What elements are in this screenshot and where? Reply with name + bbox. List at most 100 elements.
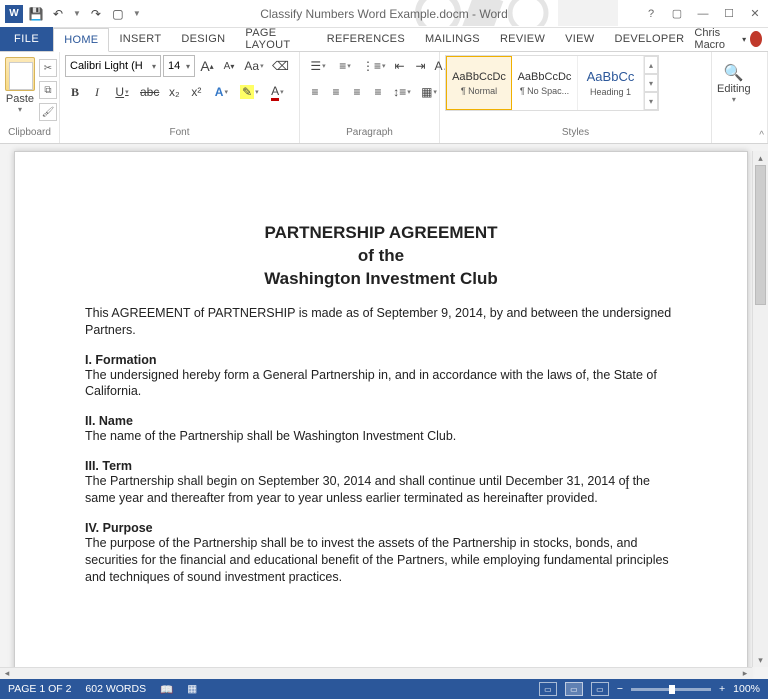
format-painter-button[interactable]: 🖌 <box>39 103 57 121</box>
macro-button[interactable]: ▦ <box>187 683 197 695</box>
close-button[interactable]: ✕ <box>742 2 768 26</box>
chevron-down-icon: ▾ <box>186 62 190 71</box>
find-icon: 🔍 <box>724 63 744 83</box>
scroll-down-button[interactable]: ▾ <box>753 653 768 667</box>
font-group-label: Font <box>65 127 294 143</box>
zoom-knob[interactable] <box>669 685 675 694</box>
tab-mailings[interactable]: MAILINGS <box>415 27 490 51</box>
highlight-button[interactable]: ✎▾ <box>236 81 262 103</box>
align-center-button[interactable]: ≡ <box>326 81 346 103</box>
doc-paragraph: The name of the Partnership shall be Was… <box>85 428 677 445</box>
tab-home[interactable]: HOME <box>53 28 109 52</box>
style-no-spacing[interactable]: AaBbCcDc ¶ No Spac... <box>512 56 578 110</box>
tab-page-layout[interactable]: PAGE LAYOUT <box>235 27 316 51</box>
zoom-in-button[interactable]: + <box>719 683 725 695</box>
bullets-button[interactable]: ☰▾ <box>305 55 331 77</box>
superscript-button[interactable]: x² <box>186 81 206 103</box>
zoom-out-button[interactable]: − <box>617 683 623 695</box>
grow-font-button[interactable]: A▴ <box>197 55 217 77</box>
web-layout-button[interactable]: ▭ <box>591 682 609 696</box>
read-mode-button[interactable]: ▭ <box>539 682 557 696</box>
numbering-button[interactable]: ≡▾ <box>332 55 358 77</box>
ribbon: Paste ▾ ✂ ⧉ 🖌 Clipboard Calibri Light (H… <box>0 52 768 144</box>
doc-paragraph: The undersigned hereby form a General Pa… <box>85 367 677 401</box>
doc-title-line3: Washington Investment Club <box>85 268 677 291</box>
tab-view[interactable]: VIEW <box>555 27 604 51</box>
doc-title-line2: of the <box>85 245 677 268</box>
subscript-button[interactable]: x₂ <box>164 81 184 103</box>
paste-label: Paste <box>6 93 34 105</box>
strikethrough-button[interactable]: abc <box>137 81 162 103</box>
font-color-button[interactable]: A▾ <box>264 81 290 103</box>
multilevel-button[interactable]: ⋮≡▾ <box>359 55 389 77</box>
minimize-button[interactable]: — <box>690 2 716 26</box>
collapse-ribbon-button[interactable]: ^ <box>759 130 764 141</box>
save-button[interactable]: 💾 <box>26 4 46 24</box>
font-size-combo[interactable]: 14▾ <box>163 55 195 77</box>
cut-button[interactable]: ✂ <box>39 59 57 77</box>
justify-button[interactable]: ≡ <box>368 81 388 103</box>
user-avatar-icon <box>750 31 762 47</box>
style-scroll-up[interactable]: ▴ <box>644 56 658 74</box>
align-right-button[interactable]: ≡ <box>347 81 367 103</box>
change-case-button[interactable]: Aa▾ <box>241 55 267 77</box>
tab-review[interactable]: REVIEW <box>490 27 555 51</box>
redo-button[interactable]: ↷ <box>86 4 106 24</box>
scroll-thumb[interactable] <box>755 165 766 305</box>
style-normal[interactable]: AaBbCcDc ¶ Normal <box>446 56 512 110</box>
zoom-level[interactable]: 100% <box>733 683 760 695</box>
align-left-button[interactable]: ≡ <box>305 81 325 103</box>
file-tab[interactable]: FILE <box>0 27 53 51</box>
editing-button[interactable]: 🔍 Editing ▾ <box>717 63 751 104</box>
style-heading1[interactable]: AaBbCc Heading 1 <box>578 56 644 110</box>
zoom-slider[interactable] <box>631 688 711 691</box>
font-name-combo[interactable]: Calibri Light (H▾ <box>65 55 161 77</box>
style-gallery-more[interactable]: ▾ <box>644 92 658 110</box>
clipboard-group-label: Clipboard <box>5 127 54 143</box>
paste-button[interactable]: Paste ▾ <box>5 55 35 114</box>
new-doc-button[interactable]: ▢ <box>108 4 128 24</box>
text-effects-button[interactable]: A▾ <box>208 81 234 103</box>
quick-access-toolbar: 💾 ↶ ▼ ↷ ▢ ▼ <box>26 4 144 24</box>
tab-developer[interactable]: DEVELOPER <box>604 27 694 51</box>
ribbon-display-button[interactable]: ▢ <box>664 2 690 26</box>
decrease-indent-button[interactable]: ⇤ <box>390 55 410 77</box>
window-controls: ? ▢ — ☐ ✕ <box>638 2 768 26</box>
copy-button[interactable]: ⧉ <box>39 81 57 99</box>
ribbon-tabs: FILE HOME INSERT DESIGN PAGE LAYOUT REFE… <box>0 28 768 52</box>
print-layout-button[interactable]: ▭ <box>565 682 583 696</box>
help-button[interactable]: ? <box>638 2 664 26</box>
clear-formatting-button[interactable]: ⌫ <box>269 55 292 77</box>
vertical-scrollbar[interactable]: ▴ ▾ <box>752 151 768 667</box>
word-count[interactable]: 602 WORDS <box>85 683 146 695</box>
line-spacing-button[interactable]: ↕≡▾ <box>389 81 415 103</box>
doc-heading-term: III. Term <box>85 459 677 473</box>
italic-button[interactable]: I <box>87 81 107 103</box>
tab-insert[interactable]: INSERT <box>109 27 171 51</box>
tab-design[interactable]: DESIGN <box>171 27 235 51</box>
scroll-right-button[interactable]: ▸ <box>738 668 752 679</box>
doc-title-line1: PARTNERSHIP AGREEMENT <box>85 222 677 245</box>
editing-label: Editing <box>717 83 751 95</box>
shading-button[interactable]: ▦▾ <box>416 81 442 103</box>
group-styles: AaBbCcDc ¶ Normal AaBbCcDc ¶ No Spac... … <box>440 52 712 143</box>
proofing-button[interactable]: 📖 <box>160 683 173 696</box>
user-name[interactable]: Chris Macro ▾ <box>694 27 768 51</box>
style-name: ¶ No Spac... <box>520 86 569 96</box>
underline-button[interactable]: U▾ <box>109 81 135 103</box>
maximize-button[interactable]: ☐ <box>716 2 742 26</box>
scroll-left-button[interactable]: ◂ <box>0 668 14 679</box>
page[interactable]: PARTNERSHIP AGREEMENT of the Washington … <box>14 151 748 679</box>
qat-customize-icon[interactable]: ▼ <box>133 9 141 18</box>
tab-references[interactable]: REFERENCES <box>317 27 415 51</box>
bold-button[interactable]: B <box>65 81 85 103</box>
shrink-font-button[interactable]: A▾ <box>219 55 239 77</box>
undo-button[interactable]: ↶ <box>48 4 68 24</box>
styles-group-label: Styles <box>445 127 706 143</box>
horizontal-scrollbar[interactable]: ◂ ▸ <box>0 667 752 679</box>
scroll-up-button[interactable]: ▴ <box>753 151 768 165</box>
style-scroll-down[interactable]: ▾ <box>644 74 658 92</box>
increase-indent-button[interactable]: ⇥ <box>411 55 431 77</box>
undo-dropdown-icon[interactable]: ▼ <box>73 9 81 18</box>
page-indicator[interactable]: PAGE 1 OF 2 <box>8 683 71 695</box>
